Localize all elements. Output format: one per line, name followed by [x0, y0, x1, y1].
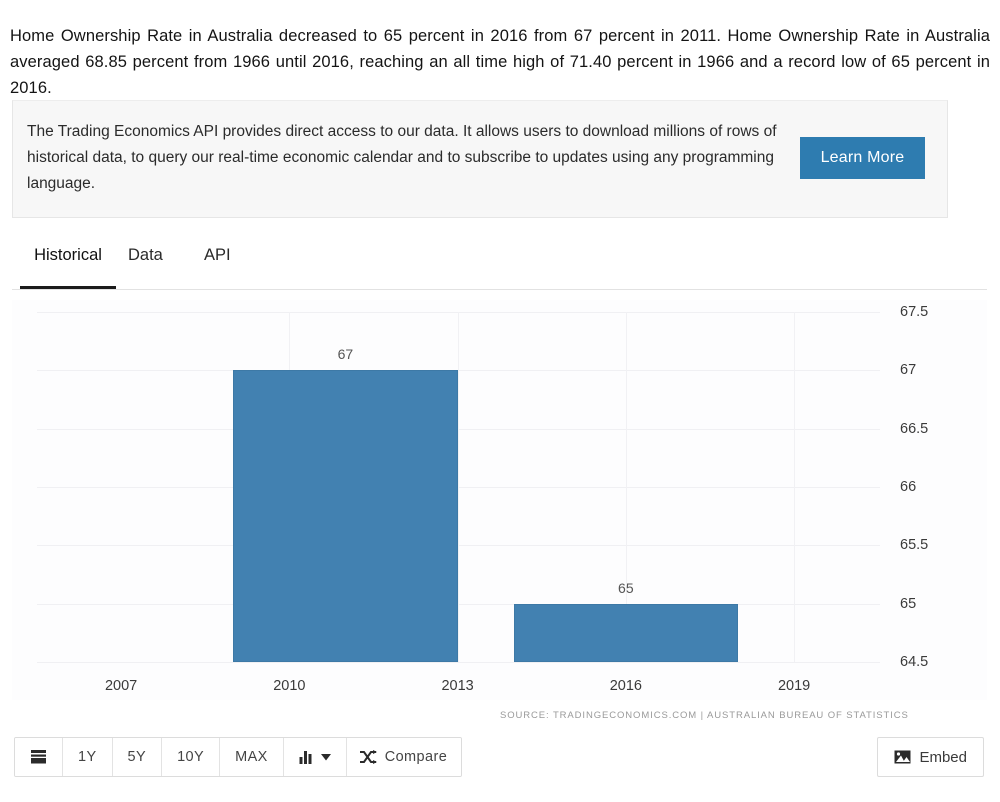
x-gridline [457, 312, 459, 662]
x-axis-tick-label: 2007 [104, 678, 138, 694]
chart-bar[interactable] [513, 603, 738, 662]
toolbar-compare-button[interactable]: Compare [346, 738, 462, 776]
y-axis-tick-label: 64.5 [900, 654, 929, 670]
embed-button[interactable]: Embed [877, 737, 984, 777]
y-axis-tick-label: 65 [900, 595, 917, 612]
x-axis-tick-label: 2010 [273, 678, 306, 694]
shuffle-icon [359, 750, 377, 764]
toolbar-range-max[interactable]: MAX [220, 738, 284, 776]
calendar-icon [30, 749, 47, 765]
image-icon [894, 750, 911, 764]
toolbar-range-10y[interactable]: 10Y [162, 738, 221, 776]
x-gridline [794, 312, 796, 662]
y-gridline [37, 662, 880, 663]
bar-value-label: 65 [618, 579, 634, 596]
intro-paragraph: Home Ownership Rate in Australia decreas… [10, 26, 990, 97]
compare-label: Compare [384, 749, 448, 765]
y-axis-tick-label: 65.5 [900, 537, 929, 554]
page-root: Home Ownership Rate in Australia decreas… [0, 0, 1000, 802]
tab-bar: Historical Data API [12, 246, 987, 290]
chart-area[interactable]: 67.5 67 66.5 66 65.5 65 64.5 2007 2010 2013 2016 20… [12, 300, 987, 700]
chart-bar[interactable] [233, 370, 458, 662]
bar-value-label: 67 [337, 346, 354, 363]
x-axis-tick-label: 2016 [609, 678, 642, 694]
tab-api[interactable]: API [204, 246, 231, 289]
api-promo-text: The Trading Economics API provides direc… [27, 123, 777, 192]
x-axis-tick-label: 2019 [777, 678, 811, 694]
chart-toolbar: 1Y 5Y 10Y MAX Compare [14, 737, 463, 777]
toolbar-range-5y[interactable]: 5Y [112, 738, 163, 776]
toolbar-range-1y[interactable]: 1Y [63, 738, 113, 776]
learn-more-button[interactable]: Learn More [800, 137, 925, 179]
toolbar-chart-type-dropdown[interactable] [283, 738, 347, 776]
tab-historical[interactable]: Historical [20, 246, 116, 289]
y-axis-tick-label: 66.5 [900, 420, 929, 437]
y-axis-tick-label: 67.5 [900, 304, 929, 320]
toolbar-calendar-button[interactable] [15, 738, 63, 776]
embed-label: Embed [919, 748, 967, 766]
plot-area: 67.5 67 66.5 66 65.5 65 64.5 2007 2010 2013 2016 20… [37, 304, 928, 694]
tab-data[interactable]: Data [128, 246, 163, 289]
y-axis-tick-label: 67 [900, 362, 917, 379]
chevron-down-icon [320, 753, 331, 761]
x-axis-tick-label: 2013 [441, 678, 474, 694]
y-axis-tick-label: 66 [900, 479, 917, 495]
chart-source-note: SOURCE: TRADINGECONOMICS.COM | AUSTRALIA… [500, 710, 909, 721]
api-promo-box: The Trading Economics API provides direc… [12, 100, 948, 218]
bar-chart-icon [299, 750, 315, 764]
